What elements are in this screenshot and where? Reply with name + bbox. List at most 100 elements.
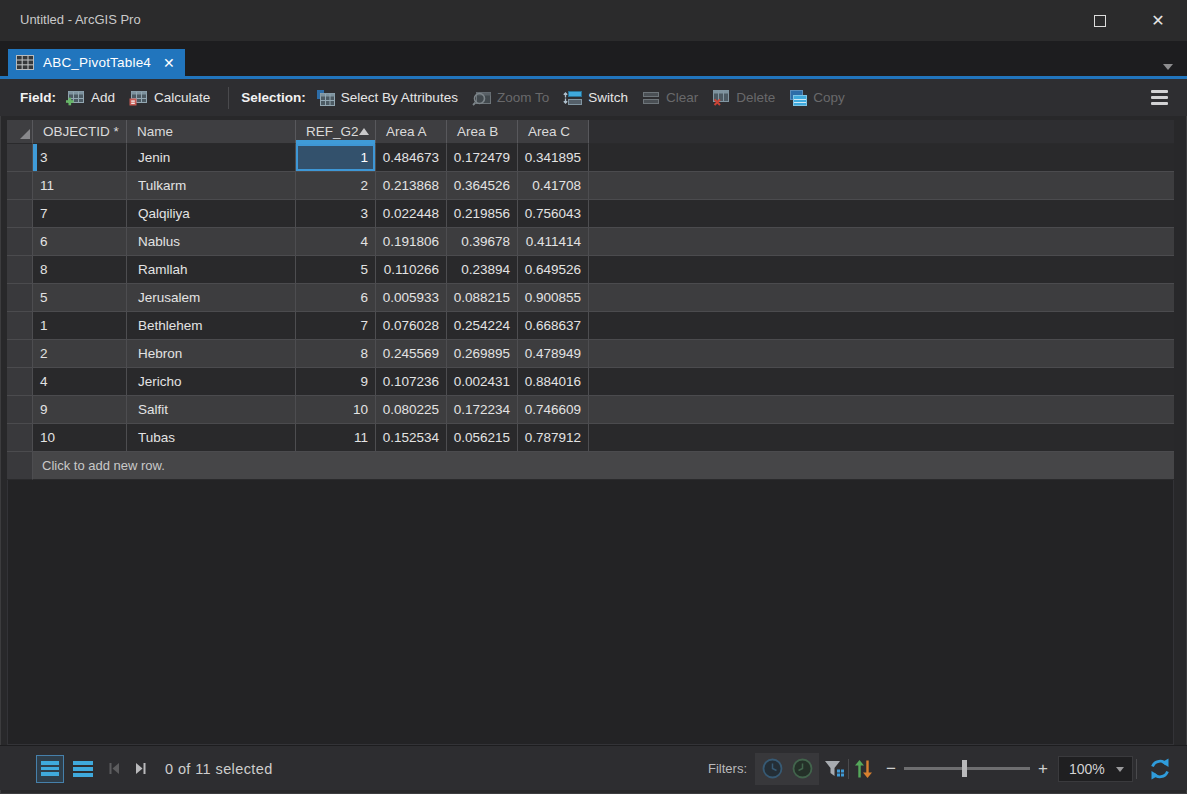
zoom-slider[interactable] xyxy=(904,767,1030,770)
cell-area-c[interactable]: 0.884016 xyxy=(518,368,589,396)
calculate-button[interactable]: Calculate xyxy=(129,90,210,106)
column-header-ref-g2[interactable]: REF_G2 xyxy=(296,120,376,144)
add-row[interactable]: Click to add new row. xyxy=(7,452,1174,480)
cell-ref-g2[interactable]: 2 xyxy=(296,172,376,200)
cell-ref-g2[interactable]: 7 xyxy=(296,312,376,340)
copy-selection-button[interactable]: Copy xyxy=(789,90,845,106)
zoom-out-icon[interactable]: − xyxy=(886,759,896,779)
cell-objectid[interactable]: 3 xyxy=(33,144,127,172)
cell-ref-g2[interactable]: 5 xyxy=(296,256,376,284)
cell-area-b[interactable]: 0.172479 xyxy=(447,144,518,172)
cell-area-b[interactable]: 0.269895 xyxy=(447,340,518,368)
cell-area-c[interactable]: 0.411414 xyxy=(518,228,589,256)
cell-area-a[interactable]: 0.022448 xyxy=(376,200,447,228)
row-handle[interactable] xyxy=(7,424,33,452)
cell-area-a[interactable]: 0.076028 xyxy=(376,312,447,340)
filter-icon[interactable] xyxy=(824,759,845,779)
row-handle[interactable] xyxy=(7,200,33,228)
row-handle[interactable] xyxy=(7,340,33,368)
cell-area-c[interactable]: 0.900855 xyxy=(518,284,589,312)
cell-area-c[interactable]: 0.756043 xyxy=(518,200,589,228)
column-header-area-a[interactable]: Area A xyxy=(376,120,447,144)
zoom-slider-thumb[interactable] xyxy=(962,760,967,777)
row-handle[interactable] xyxy=(7,396,33,424)
refresh-icon[interactable] xyxy=(1148,757,1172,781)
cell-area-c[interactable]: 0.41708 xyxy=(518,172,589,200)
zoom-level-dropdown[interactable]: 100% xyxy=(1058,756,1133,782)
table-view-button-active[interactable] xyxy=(36,755,64,783)
go-last-icon[interactable] xyxy=(133,761,148,776)
cell-ref-g2[interactable]: 6 xyxy=(296,284,376,312)
tab-abc-pivottable4[interactable]: ABC_PivotTable4 ✕ xyxy=(8,49,185,76)
sort-icon[interactable] xyxy=(855,759,872,779)
cell-area-a[interactable]: 0.005933 xyxy=(376,284,447,312)
cell-area-b[interactable]: 0.172234 xyxy=(447,396,518,424)
cell-ref-g2[interactable]: 9 xyxy=(296,368,376,396)
select-all-corner[interactable] xyxy=(7,120,33,144)
zoom-in-icon[interactable]: + xyxy=(1038,759,1048,779)
cell-objectid[interactable]: 1 xyxy=(33,312,127,340)
cell-objectid[interactable]: 10 xyxy=(33,424,127,452)
cell-area-a[interactable]: 0.484673 xyxy=(376,144,447,172)
cell-area-b[interactable]: 0.254224 xyxy=(447,312,518,340)
cell-objectid[interactable]: 2 xyxy=(33,340,127,368)
cell-area-a[interactable]: 0.080225 xyxy=(376,396,447,424)
tab-close-icon[interactable]: ✕ xyxy=(163,55,175,71)
cell-area-a[interactable]: 0.191806 xyxy=(376,228,447,256)
cell-name[interactable]: Salfit xyxy=(127,396,296,424)
cell-ref-g2[interactable]: 1 xyxy=(296,144,376,172)
cell-area-c[interactable]: 0.787912 xyxy=(518,424,589,452)
cell-area-b[interactable]: 0.002431 xyxy=(447,368,518,396)
cell-objectid[interactable]: 6 xyxy=(33,228,127,256)
go-first-icon[interactable] xyxy=(107,761,122,776)
range-filter-icon[interactable] xyxy=(791,757,814,780)
cell-area-a[interactable]: 0.152534 xyxy=(376,424,447,452)
cell-ref-g2[interactable]: 8 xyxy=(296,340,376,368)
cell-objectid[interactable]: 11 xyxy=(33,172,127,200)
add-field-button[interactable]: Add xyxy=(66,90,115,106)
column-header-name[interactable]: Name xyxy=(127,120,296,144)
row-handle[interactable] xyxy=(7,172,33,200)
cell-area-b[interactable]: 0.39678 xyxy=(447,228,518,256)
cell-name[interactable]: Bethlehem xyxy=(127,312,296,340)
cell-objectid[interactable]: 5 xyxy=(33,284,127,312)
cell-name[interactable]: Hebron xyxy=(127,340,296,368)
cell-area-a[interactable]: 0.110266 xyxy=(376,256,447,284)
row-handle[interactable] xyxy=(7,228,33,256)
cell-area-c[interactable]: 0.746609 xyxy=(518,396,589,424)
cell-area-c[interactable]: 0.341895 xyxy=(518,144,589,172)
column-header-area-b[interactable]: Area B xyxy=(447,120,518,144)
cell-ref-g2[interactable]: 11 xyxy=(296,424,376,452)
row-handle[interactable] xyxy=(7,256,33,284)
row-handle[interactable] xyxy=(7,368,33,396)
cell-area-b[interactable]: 0.088215 xyxy=(447,284,518,312)
cell-area-a[interactable]: 0.213868 xyxy=(376,172,447,200)
cell-area-a[interactable]: 0.107236 xyxy=(376,368,447,396)
cell-area-b[interactable]: 0.364526 xyxy=(447,172,518,200)
time-filter-icon[interactable] xyxy=(761,757,784,780)
switch-selection-button[interactable]: Switch xyxy=(563,90,628,106)
cell-area-c[interactable]: 0.649526 xyxy=(518,256,589,284)
clear-selection-button[interactable]: Clear xyxy=(642,90,698,105)
cell-name[interactable]: Nablus xyxy=(127,228,296,256)
delete-selection-button[interactable]: Delete xyxy=(712,90,775,106)
cell-objectid[interactable]: 4 xyxy=(33,368,127,396)
cell-area-b[interactable]: 0.219856 xyxy=(447,200,518,228)
cell-name[interactable]: Jerusalem xyxy=(127,284,296,312)
cell-name[interactable]: Ramllah xyxy=(127,256,296,284)
cell-area-a[interactable]: 0.245569 xyxy=(376,340,447,368)
cell-area-c[interactable]: 0.478949 xyxy=(518,340,589,368)
cell-ref-g2[interactable]: 3 xyxy=(296,200,376,228)
cell-name[interactable]: Qalqiliya xyxy=(127,200,296,228)
tab-list-dropdown-icon[interactable] xyxy=(1163,64,1173,70)
cell-ref-g2[interactable]: 10 xyxy=(296,396,376,424)
maximize-button[interactable] xyxy=(1071,0,1129,41)
add-row-band[interactable]: Click to add new row. xyxy=(33,452,1174,480)
cell-name[interactable]: Tulkarm xyxy=(127,172,296,200)
cell-name[interactable]: Jericho xyxy=(127,368,296,396)
close-button[interactable]: ✕ xyxy=(1129,0,1187,41)
select-by-attributes-button[interactable]: Select By Attributes xyxy=(316,90,458,106)
zoom-to-button[interactable]: Zoom To xyxy=(472,90,549,106)
cell-ref-g2[interactable]: 4 xyxy=(296,228,376,256)
cell-area-b[interactable]: 0.23894 xyxy=(447,256,518,284)
